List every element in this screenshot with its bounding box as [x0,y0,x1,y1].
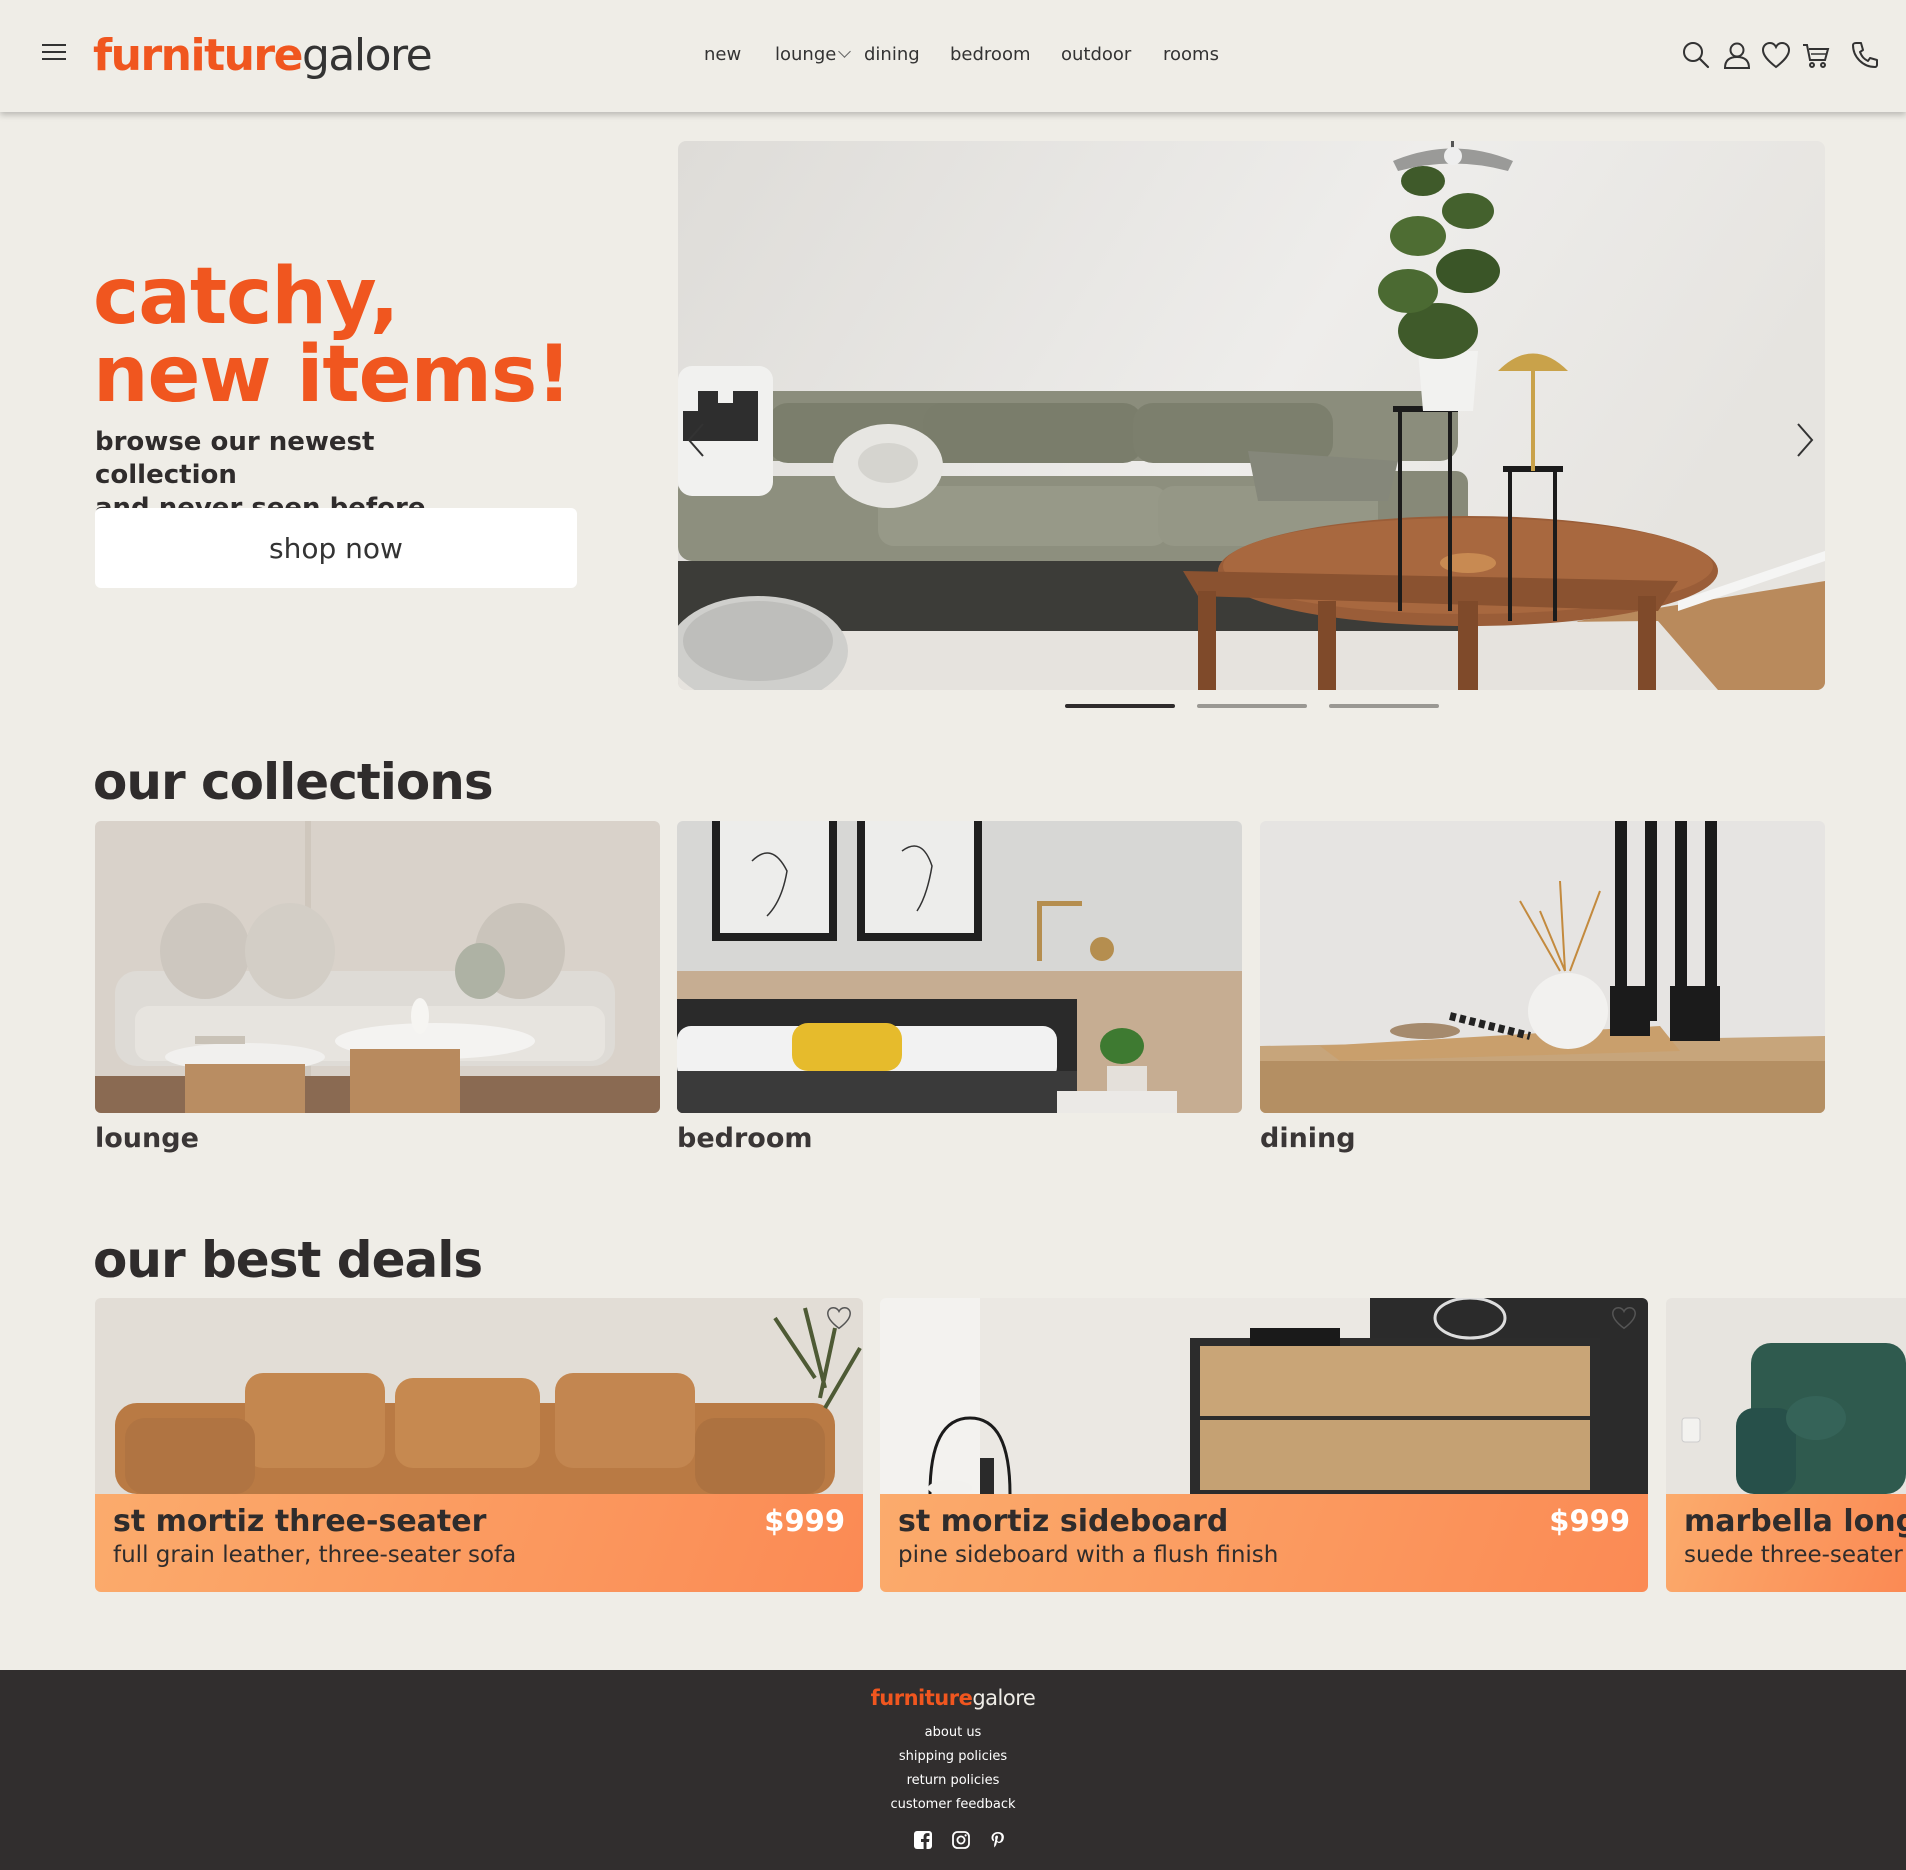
deal-image-sideboard [880,1298,1648,1494]
deal-info-bar: st mortiz sideboard pine sideboard with … [880,1494,1648,1592]
collection-label: bedroom [677,1123,813,1154]
hero-subtitle-line1: browse our newest collection [95,427,375,490]
footer-link-about-us[interactable]: about us [0,1725,1906,1740]
deals-heading: our best deals [93,1231,483,1289]
footer-logo[interactable]: furnituregalore [0,1686,1906,1710]
deal-description: suede three-seater s [1684,1542,1906,1568]
hero-title-line2: new items! [93,330,572,420]
cart-icon[interactable] [1801,40,1831,70]
hero-title-line1: catchy, [93,252,399,342]
collection-card-bedroom[interactable]: bedroom [677,821,1242,1154]
collection-image-bedroom [677,821,1242,1113]
logo-part-furniture: furniture [93,30,303,81]
shop-now-button[interactable]: shop now [95,508,577,588]
site-footer: furnituregalore about us shipping polici… [0,1670,1906,1870]
hamburger-menu-icon[interactable] [42,44,66,64]
carousel-dot-2[interactable] [1197,704,1307,708]
nav-dining[interactable]: dining [864,44,920,65]
deal-price: $999 [764,1504,845,1538]
deal-info-bar: st mortiz three-seater full grain leathe… [95,1494,863,1592]
footer-logo-part-furniture: furniture [870,1686,973,1710]
user-icon[interactable] [1722,40,1752,70]
footer-link-shipping-policies[interactable]: shipping policies [0,1749,1906,1764]
site-logo[interactable]: furnituregalore [93,28,433,84]
carousel-prev-arrow-icon[interactable] [685,420,709,460]
carousel-dot-1[interactable] [1065,704,1175,708]
search-icon[interactable] [1681,40,1711,70]
nav-new[interactable]: new [704,44,741,65]
footer-logo-part-galore: galore [972,1686,1036,1710]
instagram-icon[interactable] [951,1830,971,1850]
collection-label: dining [1260,1123,1356,1154]
favorite-heart-icon[interactable] [825,1304,853,1332]
nav-rooms[interactable]: rooms [1163,44,1219,65]
nav-lounge[interactable]: lounge [775,44,852,65]
collection-label: lounge [95,1123,199,1154]
chevron-down-icon [838,45,852,58]
deal-card[interactable]: st mortiz sideboard pine sideboard with … [880,1298,1648,1592]
collection-image-dining [1260,821,1825,1113]
heart-icon[interactable] [1761,40,1791,70]
deal-card[interactable]: marbella longbo suede three-seater s [1666,1298,1906,1592]
deal-description: pine sideboard with a flush finish [898,1542,1279,1568]
deal-image-sofa [95,1298,863,1494]
footer-link-customer-feedback[interactable]: customer feedback [0,1797,1906,1812]
carousel-next-arrow-icon[interactable] [1792,420,1816,460]
collection-image-lounge [95,821,660,1113]
collection-card-lounge[interactable]: lounge [95,821,660,1154]
deal-name: marbella longbo [1684,1504,1906,1539]
deal-info-bar: marbella longbo suede three-seater s [1666,1494,1906,1592]
nav-lounge-label: lounge [775,44,837,65]
carousel-dot-3[interactable] [1329,704,1439,708]
deal-card[interactable]: st mortiz three-seater full grain leathe… [95,1298,863,1592]
favorite-heart-icon[interactable] [1610,1304,1638,1332]
nav-outdoor[interactable]: outdoor [1061,44,1131,65]
collections-heading: our collections [93,753,494,811]
deal-name: st mortiz three-seater [113,1504,487,1539]
deal-name: st mortiz sideboard [898,1504,1229,1539]
pinterest-icon[interactable] [988,1830,1008,1850]
deal-description: full grain leather, three-seater sofa [113,1542,517,1568]
footer-link-return-policies[interactable]: return policies [0,1773,1906,1788]
site-header: furnituregalore new lounge dining bedroo… [0,0,1906,112]
deal-image-armchair [1666,1298,1906,1494]
hero-title: catchy, new items! [93,258,572,414]
logo-part-galore: galore [301,30,433,81]
facebook-icon[interactable] [913,1830,933,1850]
phone-icon[interactable] [1850,40,1880,70]
nav-bedroom[interactable]: bedroom [950,44,1031,65]
deal-price: $999 [1549,1504,1630,1538]
hero-carousel-image [678,141,1825,690]
collection-card-dining[interactable]: dining [1260,821,1825,1154]
